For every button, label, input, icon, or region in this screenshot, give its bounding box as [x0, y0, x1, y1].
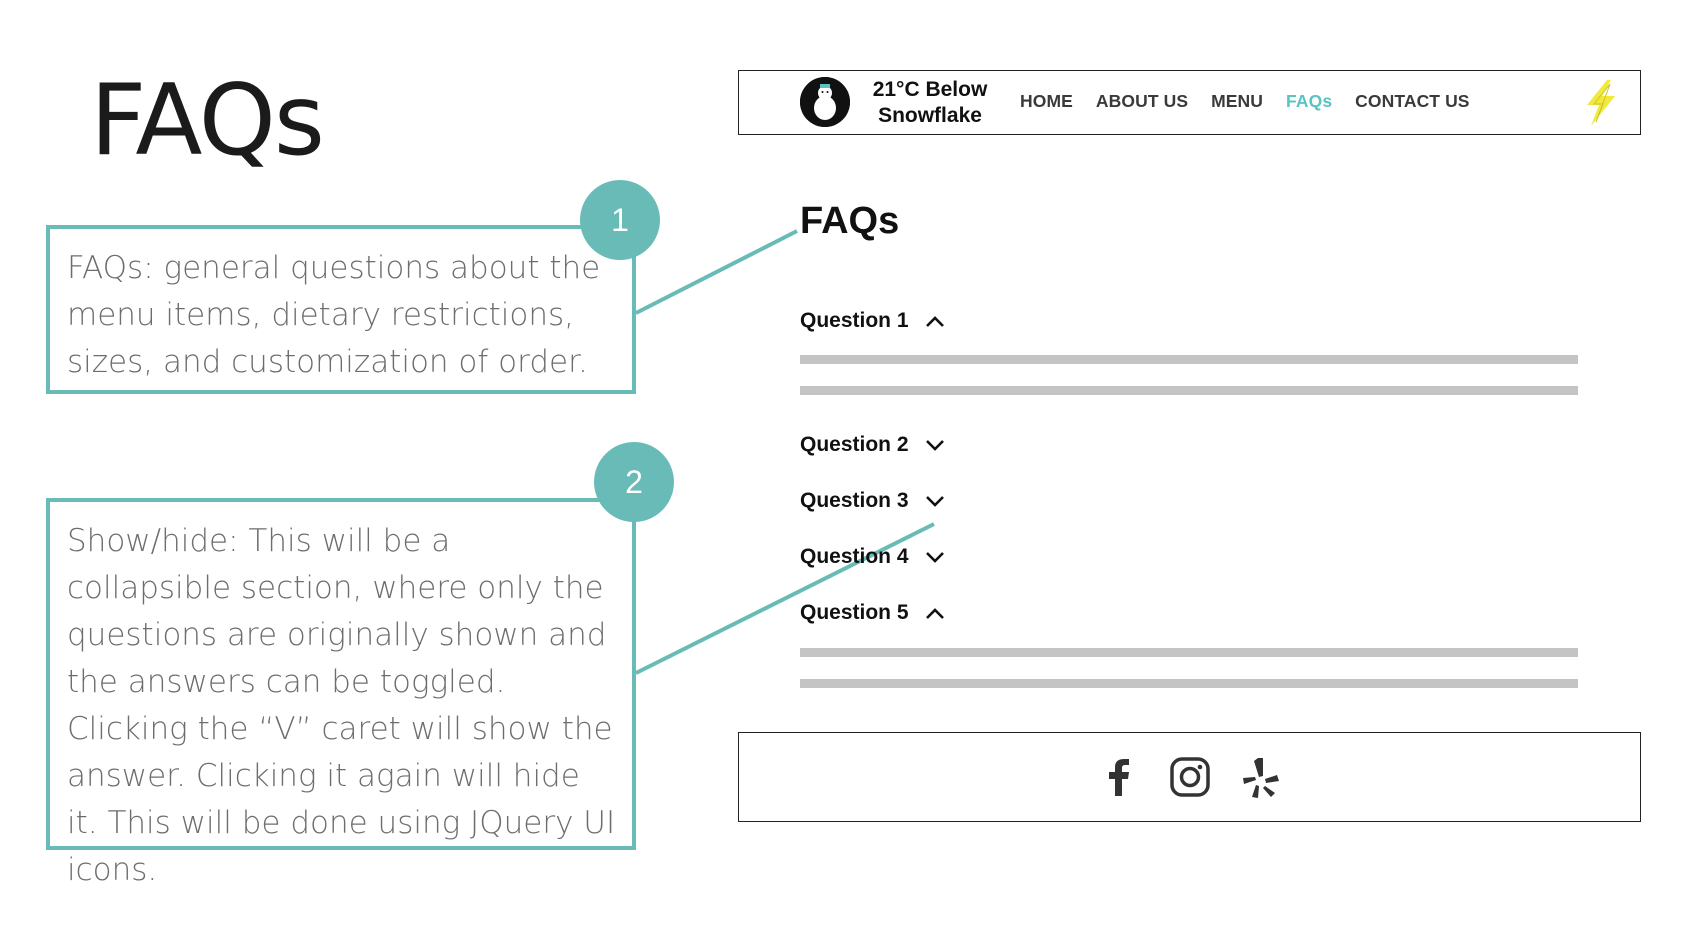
- instagram-icon[interactable]: [1168, 755, 1212, 799]
- slide-title: FAQs: [90, 64, 325, 178]
- nav-contact-us[interactable]: CONTACT US: [1355, 88, 1469, 114]
- site-header: 21°C Below Snowflake HOME ABOUT US MENU …: [738, 70, 1641, 135]
- faq-question-2[interactable]: Question 2: [800, 430, 946, 460]
- caret-up-icon[interactable]: [924, 605, 946, 621]
- brand-line-2: Snowflake: [878, 104, 982, 127]
- nav-menu[interactable]: MENU: [1211, 88, 1263, 114]
- answer-1-line-2: [800, 386, 1578, 395]
- annotation-badge-1: 1: [580, 180, 660, 260]
- nav-home[interactable]: HOME: [1020, 88, 1073, 114]
- question-label: Question 2: [800, 433, 909, 456]
- faq-question-5[interactable]: Question 5: [800, 598, 946, 628]
- question-label: Question 4: [800, 545, 909, 568]
- annotation-badge-2: 2: [594, 442, 674, 522]
- caret-down-icon[interactable]: [924, 437, 946, 453]
- caret-down-icon[interactable]: [924, 493, 946, 509]
- caret-up-icon[interactable]: [924, 313, 946, 329]
- yelp-icon[interactable]: [1239, 755, 1283, 799]
- brand-name[interactable]: 21°C Below Snowflake: [855, 77, 1005, 129]
- main-nav: HOME ABOUT US MENU FAQs CONTACT US: [1020, 88, 1493, 114]
- answer-1-line-1: [800, 355, 1578, 364]
- caret-down-icon[interactable]: [924, 549, 946, 565]
- answer-5-line-1: [800, 648, 1578, 657]
- question-label: Question 3: [800, 489, 909, 512]
- annotation-box-1: FAQs: general questions about the menu i…: [46, 225, 636, 394]
- connector-line-1: [635, 229, 798, 315]
- faq-question-4[interactable]: Question 4: [800, 542, 946, 572]
- facebook-icon[interactable]: [1097, 755, 1141, 799]
- question-label: Question 5: [800, 601, 909, 624]
- brand-line-1: 21°C Below: [872, 78, 988, 101]
- question-label: Question 1: [800, 309, 909, 332]
- faq-question-3[interactable]: Question 3: [800, 486, 946, 516]
- nav-about-us[interactable]: ABOUT US: [1096, 88, 1188, 114]
- lightning-bolt-icon[interactable]: [1577, 78, 1623, 128]
- faq-question-1[interactable]: Question 1: [800, 306, 946, 336]
- annotation-box-2: Show/hide: This will be a collapsible se…: [46, 498, 636, 888]
- answer-5-line-2: [800, 679, 1578, 688]
- site-footer: [738, 732, 1641, 822]
- nav-faqs[interactable]: FAQs: [1286, 88, 1332, 114]
- snowman-logo-icon[interactable]: [800, 77, 850, 127]
- faq-heading: FAQs: [800, 200, 900, 242]
